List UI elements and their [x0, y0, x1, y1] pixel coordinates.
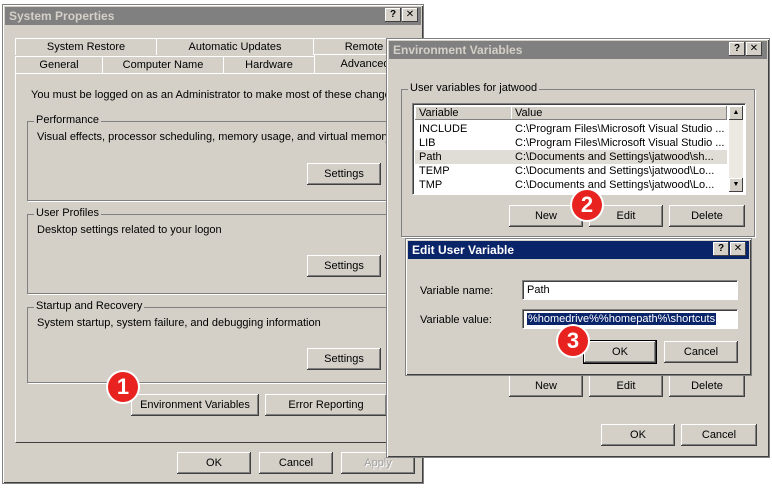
- edit-cancel-button[interactable]: Cancel: [664, 341, 738, 363]
- step-badge-1: 1: [108, 372, 138, 402]
- tab-computer-name[interactable]: Computer Name: [102, 56, 224, 73]
- variable-cell: TMP: [419, 179, 443, 191]
- environment-variables-button[interactable]: Environment Variables: [131, 394, 259, 416]
- variable-value-label: Variable value:: [420, 314, 492, 326]
- edit-user-variable-window: Edit User Variable ? ✕ Variable name: Pa…: [405, 238, 752, 376]
- error-reporting-button[interactable]: Error Reporting: [265, 394, 387, 416]
- table-row[interactable]: TMP C:\Documents and Settings\jatwood\Lo.…: [415, 178, 727, 192]
- variable-name-label: Variable name:: [420, 285, 494, 297]
- system-properties-window: System Properties ? ✕ System Restore Aut…: [2, 4, 424, 484]
- tab-system-restore[interactable]: System Restore: [15, 38, 157, 55]
- user-profiles-settings-button[interactable]: Settings: [307, 255, 381, 277]
- help-icon[interactable]: ?: [713, 242, 729, 256]
- user-profiles-desc: Desktop settings related to your logon: [37, 224, 222, 236]
- scroll-up-icon[interactable]: ▲: [729, 106, 743, 120]
- variable-cell: INCLUDE: [419, 123, 468, 135]
- table-row[interactable]: LIB C:\Program Files\Microsoft Visual Stu…: [415, 136, 727, 150]
- env-vars-titlebar[interactable]: Environment Variables: [389, 41, 767, 59]
- close-icon[interactable]: ✕: [730, 242, 746, 256]
- system-edit-button[interactable]: Edit: [589, 375, 663, 397]
- user-profiles-label: User Profiles: [34, 207, 101, 219]
- env-ok-button[interactable]: OK: [601, 424, 675, 446]
- performance-label: Performance: [34, 114, 101, 126]
- performance-settings-button[interactable]: Settings: [307, 163, 381, 185]
- user-delete-button[interactable]: Delete: [669, 205, 745, 227]
- admin-notice: You must be logged on as an Administrato…: [31, 89, 400, 101]
- column-header-variable[interactable]: Variable: [415, 106, 513, 120]
- close-icon[interactable]: ✕: [402, 8, 418, 22]
- variable-value-selected-text: %homedrive%%homepath%\shortcuts: [527, 313, 717, 325]
- variable-cell: TEMP: [419, 165, 450, 177]
- startup-recovery-label: Startup and Recovery: [34, 300, 145, 312]
- variable-name-input[interactable]: Path: [522, 280, 738, 300]
- system-delete-button[interactable]: Delete: [669, 375, 745, 397]
- help-icon[interactable]: ?: [385, 8, 401, 22]
- startup-recovery-settings-button[interactable]: Settings: [307, 348, 381, 370]
- tab-automatic-updates[interactable]: Automatic Updates: [156, 38, 314, 55]
- ok-button[interactable]: OK: [177, 452, 251, 474]
- system-new-button[interactable]: New: [509, 375, 583, 397]
- window-title: Edit User Variable: [412, 243, 515, 257]
- table-row[interactable]: Path C:\Documents and Settings\jatwood\sh…: [415, 150, 727, 164]
- variable-name-value: Path: [527, 284, 550, 296]
- table-row[interactable]: TEMP C:\Documents and Settings\jatwood\Lo…: [415, 164, 727, 178]
- user-variables-label: User variables for jatwood: [408, 82, 540, 94]
- window-title: Environment Variables: [393, 43, 523, 57]
- variable-value-input[interactable]: %homedrive%%homepath%\shortcuts: [522, 309, 738, 329]
- edit-ok-button[interactable]: OK: [583, 340, 657, 364]
- step-badge-2: 2: [572, 190, 602, 220]
- value-cell: C:\Program Files\Microsoft Visual Studio…: [515, 137, 725, 149]
- window-title: System Properties: [9, 9, 115, 23]
- list-scrollbar[interactable]: ▲ ▼: [729, 106, 743, 192]
- variable-cell: LIB: [419, 137, 436, 149]
- env-cancel-button[interactable]: Cancel: [681, 424, 757, 446]
- step-badge-3: 3: [558, 326, 588, 356]
- variable-cell: Path: [419, 151, 442, 163]
- help-icon[interactable]: ?: [729, 42, 745, 56]
- edit-var-titlebar[interactable]: Edit User Variable: [408, 241, 749, 259]
- table-row[interactable]: INCLUDE C:\Program Files\Microsoft Visual…: [415, 122, 727, 136]
- startup-recovery-desc: System startup, system failure, and debu…: [37, 317, 321, 329]
- system-properties-titlebar[interactable]: System Properties: [5, 7, 421, 25]
- scroll-down-icon[interactable]: ▼: [729, 178, 743, 192]
- value-cell: C:\Documents and Settings\jatwood\Lo...: [515, 165, 715, 177]
- user-variables-list[interactable]: Variable Value INCLUDE C:\Program Files\M…: [412, 103, 746, 195]
- value-cell: C:\Documents and Settings\jatwood\Lo...: [515, 179, 715, 191]
- tab-hardware[interactable]: Hardware: [223, 56, 315, 73]
- tab-general[interactable]: General: [15, 56, 103, 73]
- close-icon[interactable]: ✕: [746, 42, 762, 56]
- value-cell: C:\Documents and Settings\jatwood\sh...: [515, 151, 714, 163]
- performance-desc: Visual effects, processor scheduling, me…: [37, 131, 391, 143]
- cancel-button[interactable]: Cancel: [259, 452, 333, 474]
- column-header-value[interactable]: Value: [511, 106, 727, 120]
- value-cell: C:\Program Files\Microsoft Visual Studio…: [515, 123, 725, 135]
